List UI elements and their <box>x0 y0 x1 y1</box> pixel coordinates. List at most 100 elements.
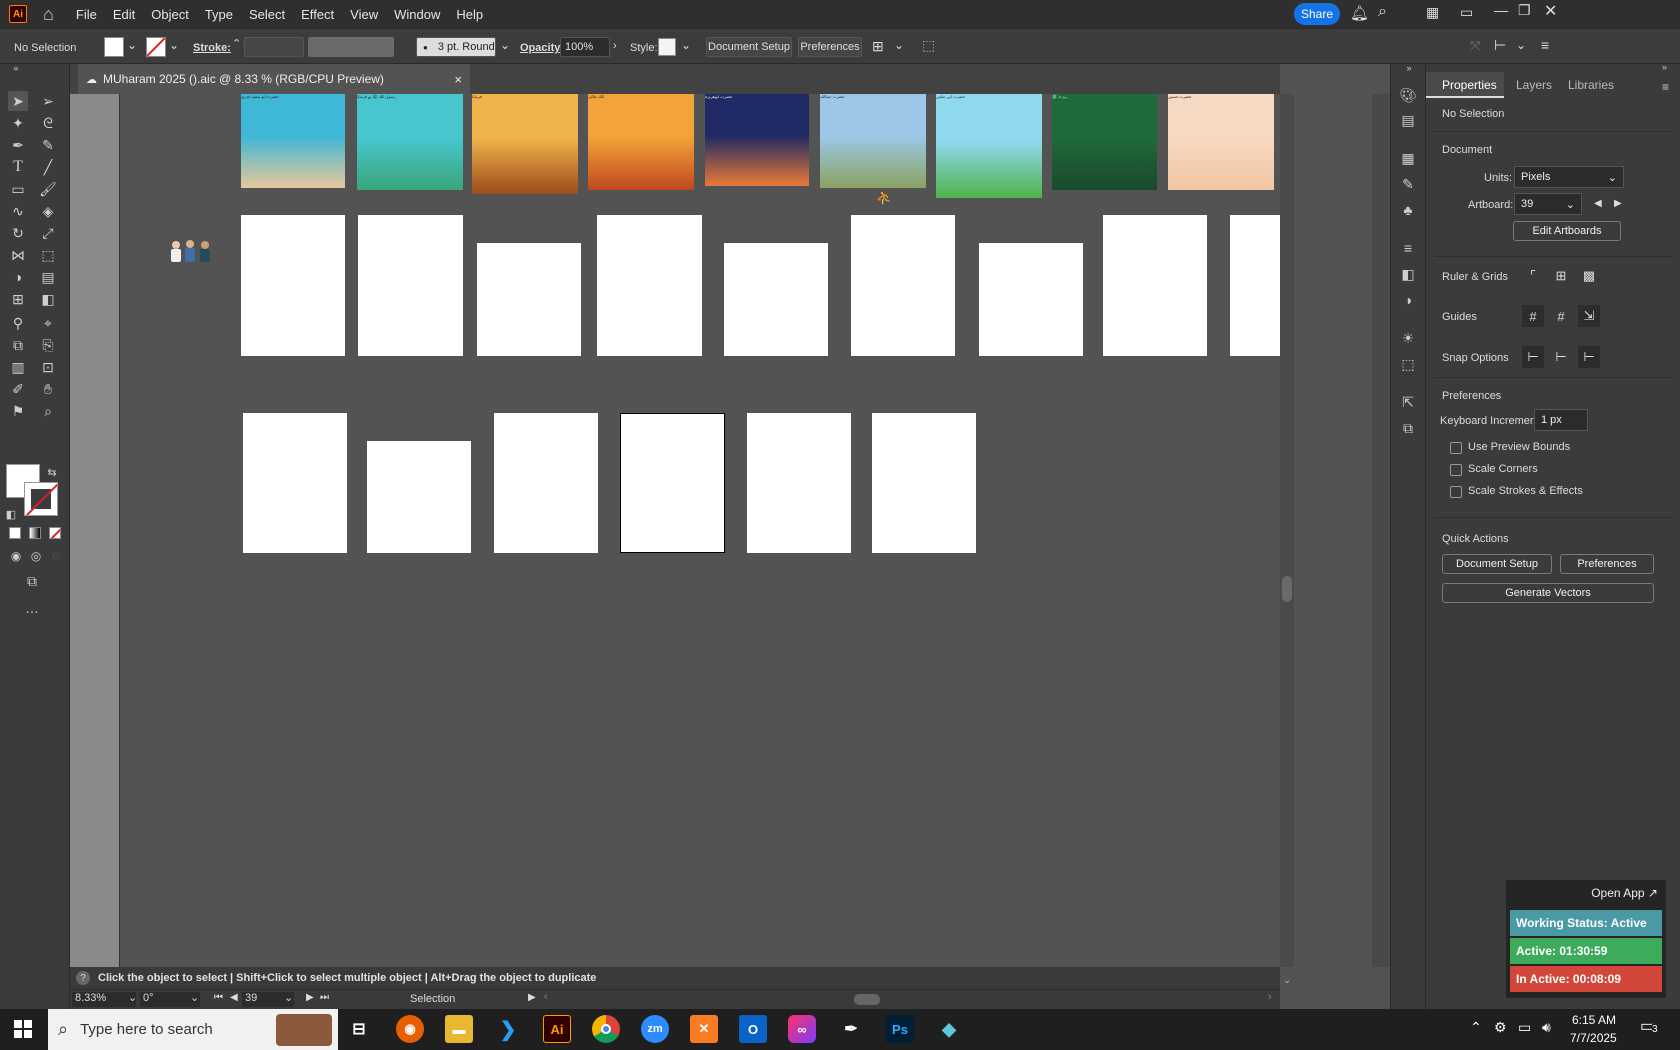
illustrator-logo-icon[interactable]: Ai <box>9 5 27 23</box>
network-icon[interactable]: ▭ <box>1518 1019 1531 1036</box>
previous-artboard-icon[interactable]: ◀ <box>230 992 238 1003</box>
default-colors-icon[interactable]: ◧ <box>4 504 18 524</box>
mesh-tool-icon[interactable]: ⊞ <box>8 289 28 309</box>
tab-properties[interactable]: Properties <box>1442 78 1497 92</box>
measure-tool-icon[interactable]: ⌖ <box>38 313 58 333</box>
illustrator-taskbar-icon[interactable]: Ai <box>543 1015 571 1043</box>
artboard-thumbnail[interactable]: رسول اللہ ﷺ <box>1052 94 1157 190</box>
fill-swatch[interactable] <box>104 37 124 57</box>
menu-file[interactable]: File <box>68 7 105 22</box>
pen-tool-app-icon[interactable]: ✒ <box>837 1015 865 1043</box>
menu-window[interactable]: Window <box>386 7 448 22</box>
zoom-level-field[interactable]: 8.33% <box>72 992 136 1007</box>
close-tab-icon[interactable]: × <box>454 72 462 87</box>
file-explorer-icon[interactable]: ▬ <box>445 1015 473 1043</box>
artboard[interactable] <box>1103 215 1207 356</box>
tool-menu-icon[interactable]: ▶ <box>528 992 536 1003</box>
scale-tool-icon[interactable]: ⤢ <box>38 223 58 243</box>
direct-selection-tool-icon[interactable]: ➢ <box>38 91 58 111</box>
artboard[interactable] <box>747 413 851 553</box>
artboard[interactable] <box>477 243 581 356</box>
edit-artboards-button[interactable]: Edit Artboards <box>1513 221 1621 241</box>
artboard-thumbnail[interactable]: حضرت ابو سعید خدری <box>241 94 345 188</box>
units-select[interactable]: Pixels ⌄ <box>1514 166 1624 188</box>
selection-tool-icon[interactable]: ➤ <box>8 91 28 111</box>
align-icon[interactable]: ⊞ <box>872 38 884 55</box>
opacity-input[interactable]: 100% <box>560 37 610 57</box>
collapse-icon[interactable]: » <box>1662 62 1667 72</box>
collapse-panel-icon[interactable]: « <box>6 62 26 74</box>
width-tool-icon[interactable]: ⋈ <box>8 245 28 265</box>
artboard-select[interactable]: 39 ⌄ <box>1514 193 1582 215</box>
chevron-down-icon[interactable]: ⌄ <box>894 38 904 52</box>
column-graph-tool-icon[interactable]: ▥ <box>8 357 28 377</box>
other-app-icon[interactable]: ◆ <box>935 1015 963 1043</box>
scroll-left-icon[interactable]: ‹ <box>544 991 548 1003</box>
artboard-thumbnail[interactable]: حضرت ابوھریرہ <box>705 94 809 186</box>
restore-icon[interactable]: ❐ <box>1518 2 1531 19</box>
gradient-panel-icon[interactable]: ◧ <box>1398 264 1418 284</box>
artboard-thumbnail[interactable]: اللہ تعالیٰ <box>588 94 694 190</box>
creative-cloud-icon[interactable]: ∞ <box>788 1015 816 1043</box>
smart-guides-icon[interactable]: ⇲ <box>1578 305 1600 327</box>
open-app-link[interactable]: Open App ↗ <box>1591 886 1658 900</box>
artboard[interactable] <box>979 243 1083 356</box>
perspective-grid-tool-icon[interactable]: ▤ <box>38 267 58 287</box>
artboard[interactable] <box>597 215 702 356</box>
figure-icon[interactable]: ⛹ <box>876 190 892 206</box>
none-mode-icon[interactable] <box>49 527 61 539</box>
next-artboard-icon[interactable]: ▶ <box>306 992 314 1003</box>
outlook-icon[interactable]: O <box>739 1015 767 1043</box>
transform-icon[interactable]: ⤧ <box>1470 38 1480 54</box>
scroll-right-icon[interactable]: › <box>1268 991 1272 1003</box>
first-artboard-icon[interactable]: ⏮ <box>214 992 223 1003</box>
rotate-tool-icon[interactable]: ↻ <box>8 223 28 243</box>
artboard[interactable] <box>243 413 347 553</box>
panel-toggle-icon[interactable]: ⊢ <box>1494 37 1506 54</box>
magic-wand-tool-icon[interactable]: ✦ <box>8 113 28 133</box>
zoom-icon[interactable]: zm <box>641 1015 669 1043</box>
photoshop-icon[interactable]: Ps <box>886 1015 914 1043</box>
preferences-button[interactable]: Preferences <box>798 37 862 57</box>
search-icon[interactable]: ⌕ <box>1378 3 1387 21</box>
document-setup-button[interactable]: Document Setup <box>1442 554 1552 574</box>
show-guides-icon[interactable]: # <box>1522 305 1544 327</box>
transparency-panel-icon[interactable]: ◑ <box>1398 290 1418 310</box>
gradient-mode-icon[interactable] <box>29 527 41 539</box>
artboard[interactable] <box>494 413 598 553</box>
artboards-panel-icon[interactable]: ⧉ <box>1398 418 1418 438</box>
volume-icon[interactable]: 🔊︎ <box>1542 1019 1551 1036</box>
screen-mode-icon[interactable]: ⧉ <box>22 571 42 591</box>
menu-select[interactable]: Select <box>241 7 293 22</box>
notifications-icon[interactable]: ▭ 3 <box>1640 1016 1664 1040</box>
stroke-weight-input[interactable] <box>244 37 304 57</box>
chevron-down-icon[interactable]: ⌄ <box>127 38 137 52</box>
home-icon[interactable]: ⌂ <box>43 4 54 25</box>
tab-libraries[interactable]: Libraries <box>1568 78 1614 92</box>
use-preview-bounds-checkbox[interactable] <box>1450 442 1462 454</box>
menu-type[interactable]: Type <box>197 7 241 22</box>
recolor-icon[interactable]: ⬚ <box>922 37 935 54</box>
draw-inside-icon[interactable]: ◌ <box>46 546 66 566</box>
symbol-sprayer-tool-icon[interactable]: ⎘ <box>38 335 58 355</box>
flag-tool-icon[interactable]: ⚑ <box>8 401 28 421</box>
menu-effect[interactable]: Effect <box>293 7 342 22</box>
task-view-icon[interactable]: ⊟ <box>345 1015 373 1043</box>
chevron-right-icon[interactable]: › <box>613 40 617 52</box>
more-tools-icon[interactable]: … <box>22 598 42 618</box>
lasso-tool-icon[interactable]: ᘓ <box>38 113 58 133</box>
keyboard-increment-input[interactable]: 1 px <box>1534 409 1588 431</box>
slice-tool-icon[interactable]: ✐ <box>8 379 28 399</box>
menu-help[interactable]: Help <box>448 7 491 22</box>
pen-tool-icon[interactable]: ✒ <box>8 135 28 155</box>
chevron-down-icon[interactable]: ⌄ <box>500 38 510 52</box>
transparency-grid-icon[interactable]: ▩ <box>1578 265 1600 287</box>
graphic-style-swatch[interactable] <box>658 38 676 56</box>
artboard-thumbnail[interactable]: حضرت ابن عباس <box>936 94 1042 198</box>
paintbrush-tool-icon[interactable]: 🖌︎ <box>38 179 58 199</box>
artboard-thumbnail[interactable]: حضرت عبداللہ <box>820 94 926 188</box>
shaper-tool-icon[interactable]: ∿ <box>8 201 28 221</box>
artboard-thumbnail[interactable]: فرمایا <box>472 94 578 194</box>
active-artboard[interactable] <box>620 413 725 553</box>
opacity-label[interactable]: Opacity: <box>520 42 564 54</box>
